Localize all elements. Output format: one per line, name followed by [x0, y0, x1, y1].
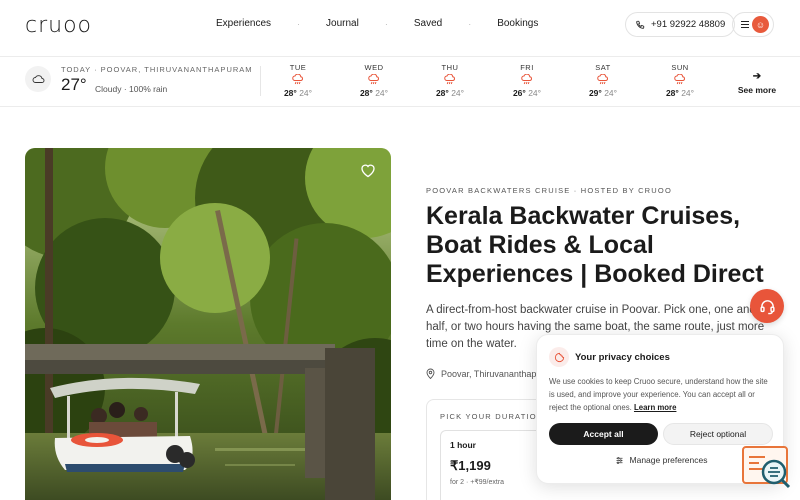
- user-menu-button[interactable]: ☺: [732, 12, 774, 37]
- forecast-day: SUN 28° 24°: [655, 63, 705, 98]
- nav-bookings[interactable]: Bookings: [497, 18, 538, 29]
- nav-saved[interactable]: Saved: [414, 18, 442, 29]
- listing-eyebrow: POOVAR BACKWATERS CRUISE · HOSTED BY CRU…: [426, 186, 672, 195]
- support-chat-button[interactable]: [750, 289, 784, 323]
- logo[interactable]: cruoo: [25, 13, 92, 38]
- reject-optional-button[interactable]: Reject optional: [663, 423, 773, 445]
- rain-icon: [425, 74, 475, 87]
- location-text: Poovar, Thiruvananthapu: [441, 368, 542, 379]
- phone-button[interactable]: +91 92922 48809: [625, 12, 736, 37]
- site-header: cruoo Experiences · Journal · Saved · Bo…: [0, 0, 800, 50]
- accept-all-button[interactable]: Accept all: [549, 423, 658, 445]
- forecast-day: THU 28° 24°: [425, 63, 475, 98]
- day-name: SAT: [595, 63, 611, 72]
- day-low: 24°: [528, 88, 542, 98]
- cookie-text: We use cookies to keep Cruoo secure, und…: [549, 375, 775, 414]
- duration-label: PICK YOUR DURATION: [440, 412, 544, 421]
- forecast-day: TUE 28° 24°: [273, 63, 323, 98]
- day-low: 24°: [299, 88, 313, 98]
- day-high: 28°: [359, 88, 373, 98]
- cookie-icon: [549, 347, 569, 367]
- nav-separator: ·: [468, 18, 472, 29]
- day-low: 24°: [375, 88, 389, 98]
- day-high: 29°: [588, 88, 602, 98]
- rain-icon: [349, 74, 399, 87]
- headset-icon: [759, 299, 775, 314]
- nav-separator: ·: [297, 18, 301, 29]
- main-nav: Experiences · Journal · Saved · Bookings: [216, 18, 538, 29]
- day-low: 24°: [681, 88, 695, 98]
- forecast-day: FRI 26° 24°: [502, 63, 552, 98]
- hero-photo: [25, 148, 391, 500]
- phone-icon: [636, 20, 645, 29]
- day-name: WED: [364, 63, 384, 72]
- nav-experiences[interactable]: Experiences: [216, 18, 271, 29]
- weather-temp: 27°: [61, 75, 87, 94]
- see-more-label: See more: [737, 85, 777, 95]
- hamburger-icon: [741, 21, 749, 28]
- day-name: FRI: [520, 63, 534, 72]
- cookie-title: Your privacy choices: [575, 352, 670, 363]
- sliders-icon: [616, 456, 623, 464]
- rain-icon: [578, 74, 628, 87]
- nav-separator: ·: [384, 18, 388, 29]
- see-more-link[interactable]: ➔ See more: [735, 71, 779, 95]
- weather-location: TODAY · POOVAR, THIRUVANANTHAPURAM: [61, 65, 253, 74]
- arrow-right-icon: ➔: [752, 71, 762, 82]
- rain-icon: [502, 74, 552, 87]
- learn-more-link[interactable]: Learn more: [634, 403, 676, 412]
- weather-desc: Cloudy · 100% rain: [95, 84, 168, 94]
- forecast-day: SAT 29° 24°: [578, 63, 628, 98]
- day-name: THU: [441, 63, 459, 72]
- day-name: SUN: [671, 63, 689, 72]
- forecast-day: WED 28° 24°: [349, 63, 399, 98]
- rain-icon: [655, 74, 705, 87]
- day-name: TUE: [289, 63, 307, 72]
- page-title: Kerala Backwater Cruises, Boat Rides & L…: [426, 202, 764, 288]
- favorite-heart-icon[interactable]: [360, 163, 376, 183]
- divider: [260, 66, 261, 96]
- location-row: Poovar, Thiruvananthapu: [426, 368, 541, 379]
- day-high: 28°: [283, 88, 297, 98]
- day-high: 26°: [512, 88, 526, 98]
- avatar: ☺: [752, 16, 769, 33]
- day-low: 24°: [451, 88, 465, 98]
- location-pin-icon: [426, 368, 435, 379]
- day-high: 28°: [435, 88, 449, 98]
- weather-strip: TODAY · POOVAR, THIRUVANANTHAPURAM 27° C…: [0, 56, 800, 107]
- manage-label: Manage preferences: [629, 455, 708, 465]
- day-high: 28°: [665, 88, 679, 98]
- rain-icon: [273, 74, 323, 87]
- search-chat-widget-icon[interactable]: [741, 445, 793, 497]
- nav-journal[interactable]: Journal: [326, 18, 359, 29]
- option-subtext: for 2 · +₹99/extra: [450, 479, 505, 486]
- phone-number: +91 92922 48809: [651, 19, 726, 30]
- day-low: 24°: [604, 88, 618, 98]
- cloud-icon: [25, 66, 51, 92]
